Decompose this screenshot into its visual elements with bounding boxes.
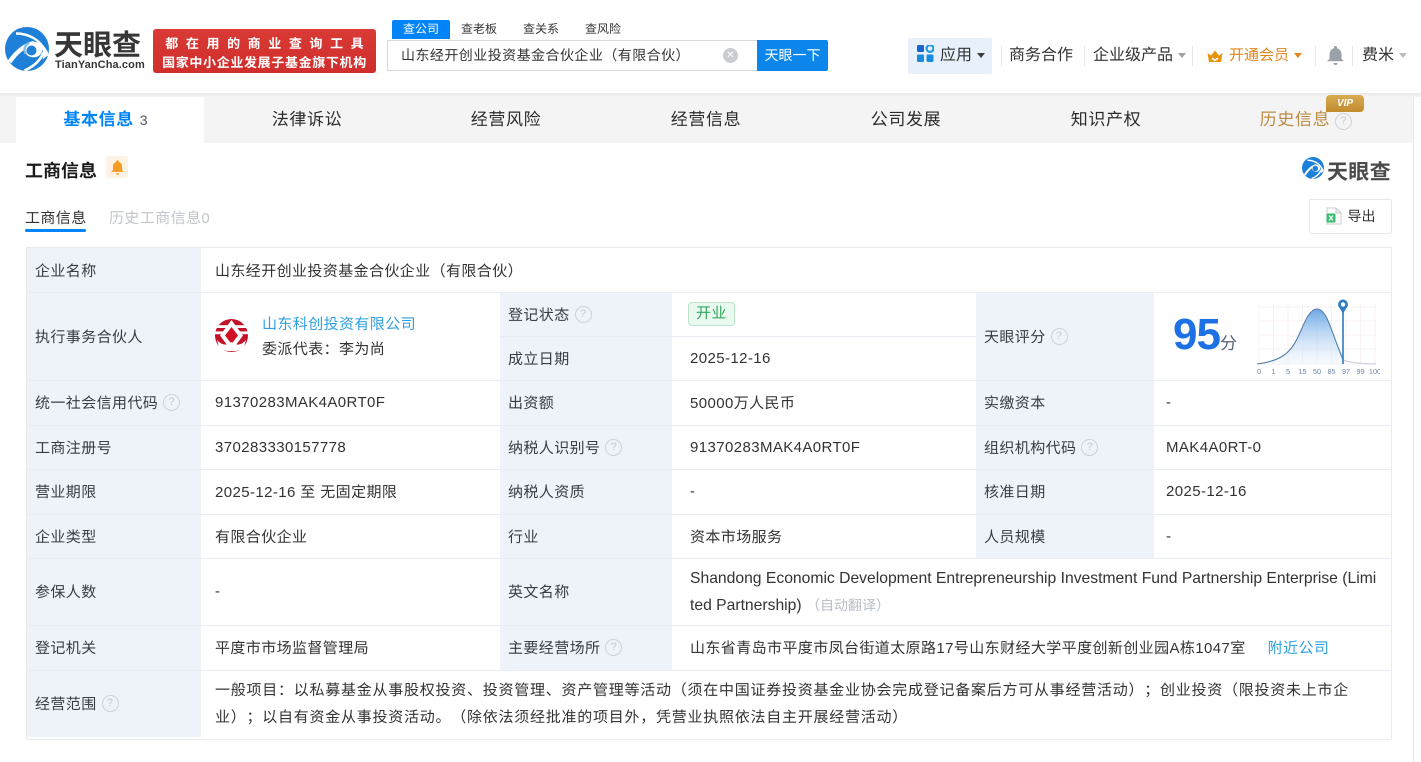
svg-text:97: 97 (1342, 367, 1350, 376)
svg-text:85: 85 (1327, 367, 1335, 376)
svg-text:1: 1 (1271, 367, 1275, 376)
svg-text:50: 50 (1313, 367, 1321, 376)
svg-text:5: 5 (1286, 367, 1290, 376)
svg-text:99: 99 (1356, 367, 1364, 376)
svg-text:100: 100 (1369, 367, 1380, 376)
svg-text:0: 0 (1257, 367, 1261, 376)
svg-text:15: 15 (1298, 367, 1306, 376)
